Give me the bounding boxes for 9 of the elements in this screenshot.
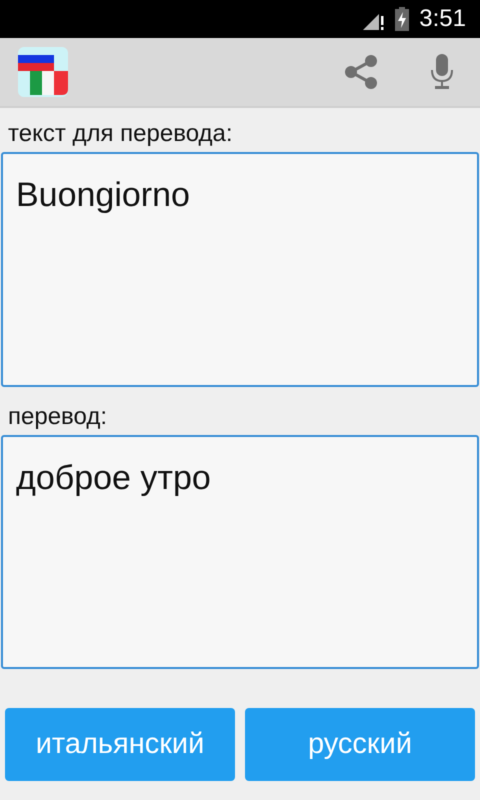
translation-text-field[interactable]: доброе утро <box>1 435 479 669</box>
status-time: 3:51 <box>419 5 466 33</box>
translation-label: перевод: <box>7 402 108 432</box>
share-icon[interactable] <box>344 54 378 90</box>
source-text-field[interactable]: Buongiorno <box>1 152 479 387</box>
app-logo-icon <box>18 47 68 97</box>
battery-icon <box>395 7 410 31</box>
source-label: текст для перевода: <box>7 119 234 149</box>
microphone-icon[interactable] <box>430 54 454 90</box>
